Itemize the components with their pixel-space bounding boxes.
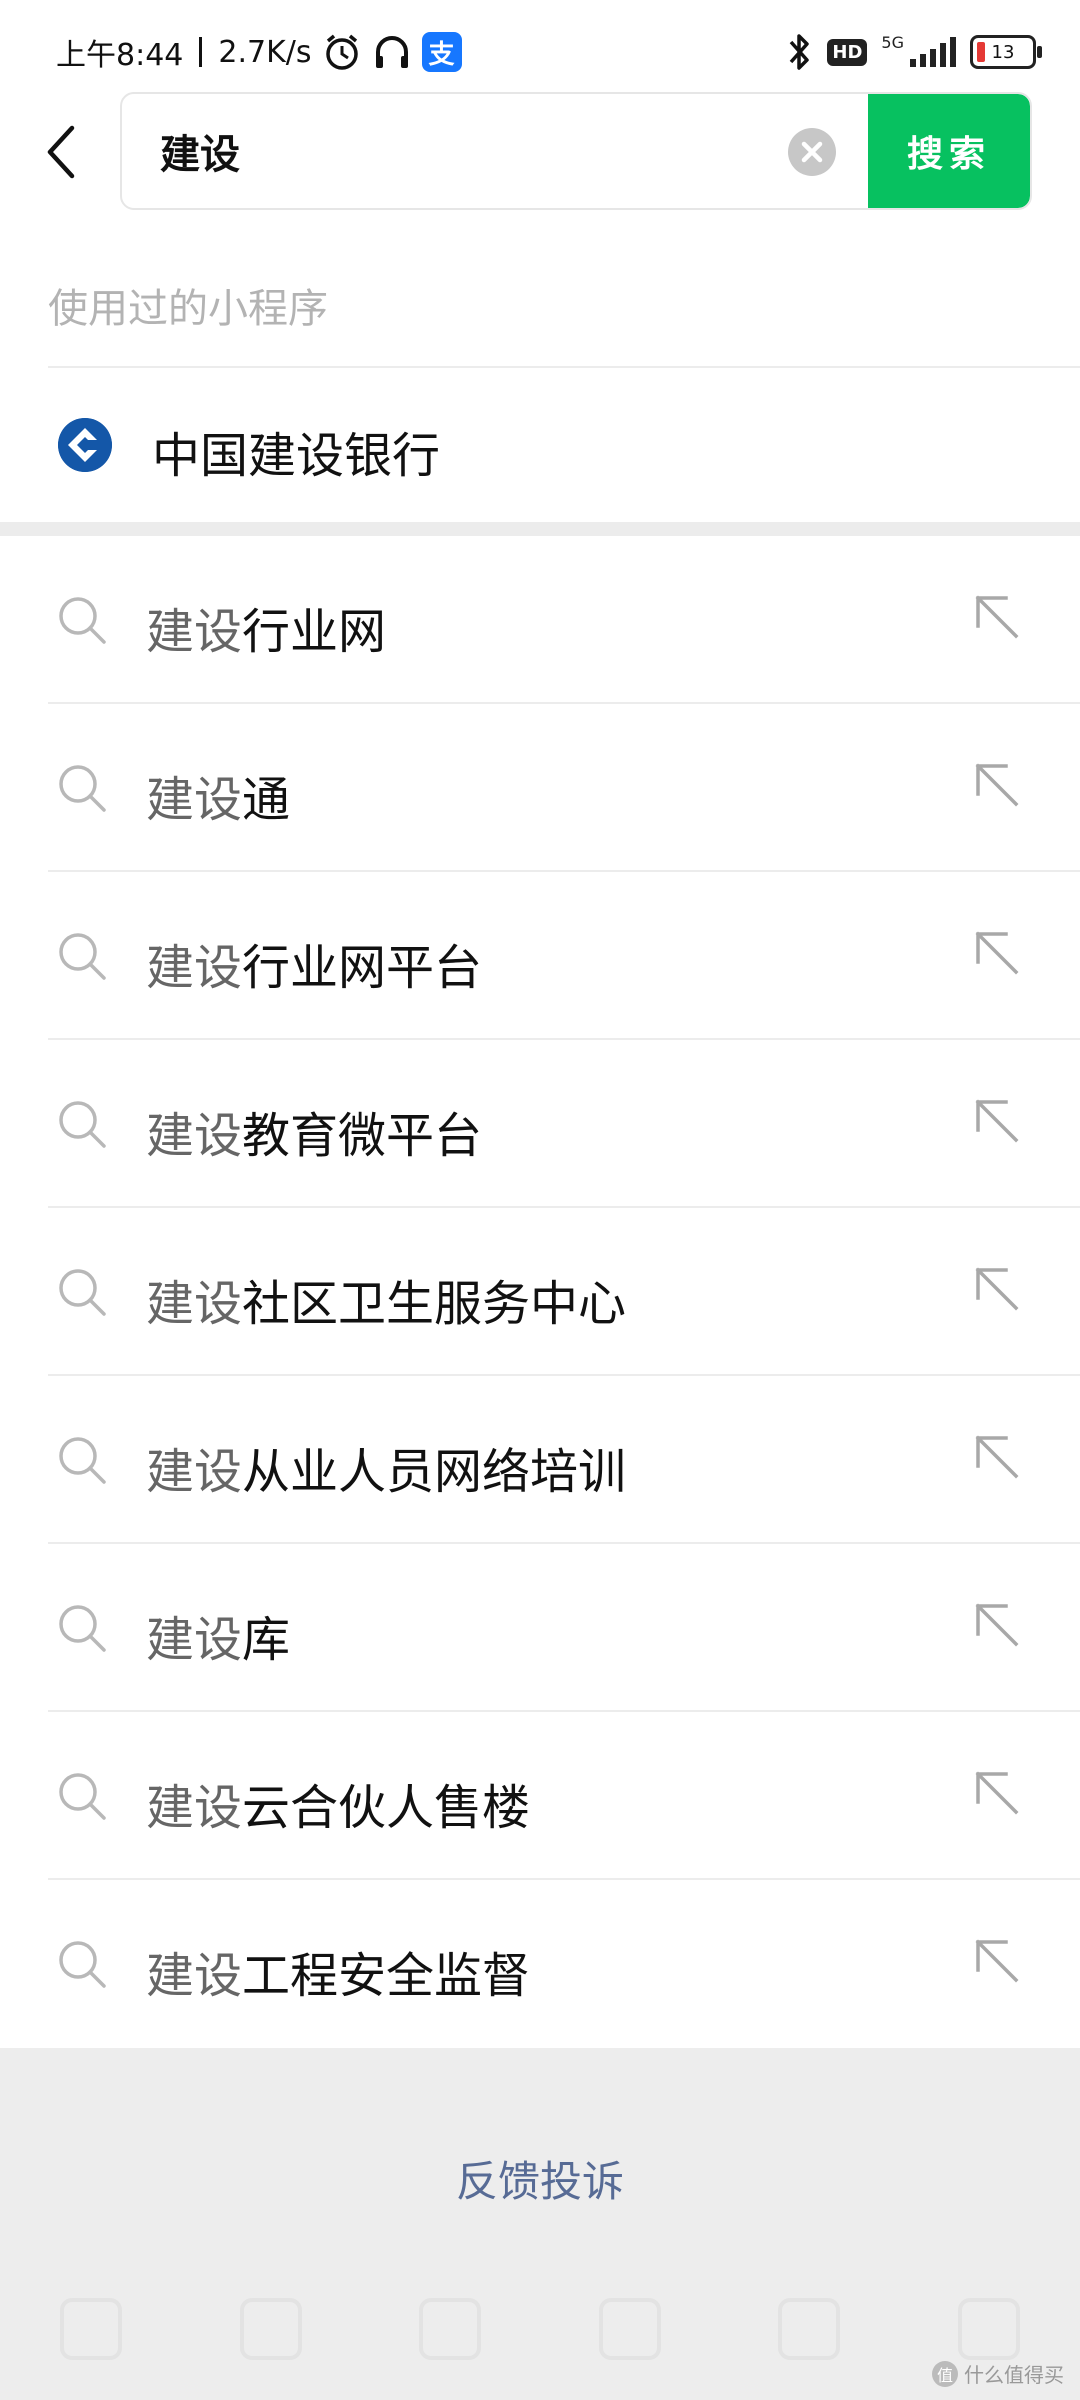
ccb-logo-icon — [58, 418, 112, 472]
alarm-icon — [322, 32, 362, 72]
search-input[interactable] — [160, 94, 860, 208]
fill-query-arrow-icon[interactable] — [972, 592, 1022, 642]
fill-query-arrow-icon[interactable] — [972, 1936, 1022, 1986]
headphones-icon — [372, 32, 412, 72]
hd-icon: HD — [827, 38, 868, 66]
status-bar-left: 上午8:44 2.7K/s 支 — [56, 24, 462, 80]
suggestion-keyword: 建设 — [146, 772, 243, 828]
fill-query-arrow-icon[interactable] — [972, 760, 1022, 810]
suggestion-item[interactable]: 建设教育微平台 — [0, 1040, 1080, 1208]
fill-query-arrow-icon[interactable] — [972, 1600, 1022, 1650]
close-icon — [801, 141, 823, 163]
ghost-icon — [60, 2298, 122, 2360]
bluetooth-icon — [785, 32, 813, 72]
feedback-link[interactable]: 反馈投诉 — [0, 2148, 1080, 2209]
network-speed: 2.7K/s — [218, 34, 312, 70]
suggestion-suffix: 行业网平台 — [242, 940, 483, 996]
battery-icon: 13 — [970, 35, 1042, 69]
search-icon — [59, 765, 106, 812]
suggestion-list: 建设行业网 建设通 建设行业网平台 建设教育微平台 建设社区卫生服务中心 建设从… — [0, 536, 1080, 2048]
suggestion-text: 建设库 — [146, 1600, 290, 1670]
suggestion-item[interactable]: 建设行业网平台 — [0, 872, 1080, 1040]
suggestion-keyword: 建设 — [146, 940, 243, 996]
suggestion-keyword: 建设 — [146, 1612, 243, 1668]
suggestion-text: 建设行业网平台 — [146, 928, 482, 998]
keyboard-toolbar-ghost — [60, 2298, 1020, 2360]
suggestion-text: 建设社区卫生服务中心 — [146, 1264, 626, 1334]
suggestion-item[interactable]: 建设库 — [0, 1544, 1080, 1712]
suggestion-text: 建设行业网 — [146, 592, 386, 662]
chevron-left-icon — [47, 125, 75, 179]
ghost-icon — [957, 2298, 1020, 2360]
suggestion-keyword: 建设 — [146, 1276, 243, 1332]
fill-query-arrow-icon[interactable] — [972, 1768, 1022, 1818]
suggestion-suffix: 从业人员网络培训 — [242, 1444, 627, 1500]
battery-level: 13 — [991, 41, 1015, 63]
suggestion-suffix: 库 — [242, 1612, 291, 1668]
suggestion-suffix: 社区卫生服务中心 — [242, 1276, 627, 1332]
suggestion-item[interactable]: 建设通 — [0, 704, 1080, 872]
fill-query-arrow-icon[interactable] — [972, 1432, 1022, 1482]
fill-query-arrow-icon[interactable] — [972, 928, 1022, 978]
watermark: 值 什么值得买 — [932, 2359, 1064, 2388]
search-icon — [59, 1773, 106, 1820]
search-box: 搜索 — [120, 92, 1032, 210]
suggestion-text: 建设工程安全监督 — [146, 1936, 530, 2006]
alipay-icon: 支 — [421, 32, 462, 72]
suggestion-text: 建设教育微平台 — [146, 1096, 482, 1166]
status-time: 上午8:44 — [56, 38, 184, 73]
suggestion-item[interactable]: 建设社区卫生服务中心 — [0, 1208, 1080, 1376]
signal-icon — [910, 37, 956, 67]
suggestion-suffix: 行业网 — [242, 604, 387, 660]
mini-program-item[interactable]: 中国建设银行 — [0, 370, 1080, 520]
suggestion-keyword: 建设 — [146, 1948, 243, 2004]
suggestion-item[interactable]: 建设工程安全监督 — [0, 1880, 1080, 2048]
ghost-icon — [598, 2298, 661, 2360]
search-icon — [59, 1269, 106, 1316]
search-icon — [59, 1101, 106, 1148]
search-button[interactable]: 搜索 — [868, 94, 1030, 208]
suggestion-suffix: 工程安全监督 — [242, 1948, 531, 2004]
ghost-icon — [239, 2298, 302, 2360]
suggestion-text: 建设通 — [146, 760, 290, 830]
suggestion-keyword: 建设 — [146, 1780, 243, 1836]
network-type: 5G — [881, 32, 904, 52]
fill-query-arrow-icon[interactable] — [972, 1264, 1022, 1314]
suggestion-suffix: 通 — [242, 772, 291, 828]
status-bar: 上午8:44 2.7K/s 支 HD 5G 13 — [0, 0, 1080, 96]
suggestion-item[interactable]: 建设行业网 — [0, 536, 1080, 704]
search-icon — [59, 933, 106, 980]
clear-button[interactable] — [788, 128, 836, 176]
suggestion-text: 建设从业人员网络培训 — [146, 1432, 626, 1502]
ghost-icon — [419, 2298, 482, 2360]
watermark-text: 什么值得买 — [964, 2363, 1064, 2387]
used-mini-programs-title: 使用过的小程序 — [48, 286, 328, 332]
search-icon — [59, 1605, 106, 1652]
search-icon — [59, 1941, 106, 1988]
suggestion-item[interactable]: 建设云合伙人售楼 — [0, 1712, 1080, 1880]
suggestion-keyword: 建设 — [146, 1444, 243, 1500]
suggestion-keyword: 建设 — [146, 604, 243, 660]
divider — [48, 366, 1080, 368]
watermark-logo: 值 — [932, 2360, 958, 2387]
suggestion-keyword: 建设 — [146, 1108, 243, 1164]
search-icon — [59, 597, 106, 644]
search-icon — [59, 1437, 106, 1484]
suggestion-suffix: 云合伙人售楼 — [242, 1780, 531, 1836]
ghost-icon — [778, 2298, 841, 2360]
status-bar-right: HD 5G 13 — [785, 24, 1042, 80]
suggestion-item[interactable]: 建设从业人员网络培训 — [0, 1376, 1080, 1544]
mini-program-name: 中国建设银行 — [152, 428, 441, 484]
fill-query-arrow-icon[interactable] — [972, 1096, 1022, 1146]
status-separator — [199, 37, 203, 67]
suggestion-text: 建设云合伙人售楼 — [146, 1768, 530, 1838]
footer-area: 反馈投诉 值 什么值得买 — [0, 2048, 1080, 2400]
back-button[interactable] — [34, 120, 90, 184]
section-separator — [0, 522, 1080, 536]
suggestion-suffix: 教育微平台 — [242, 1108, 483, 1164]
